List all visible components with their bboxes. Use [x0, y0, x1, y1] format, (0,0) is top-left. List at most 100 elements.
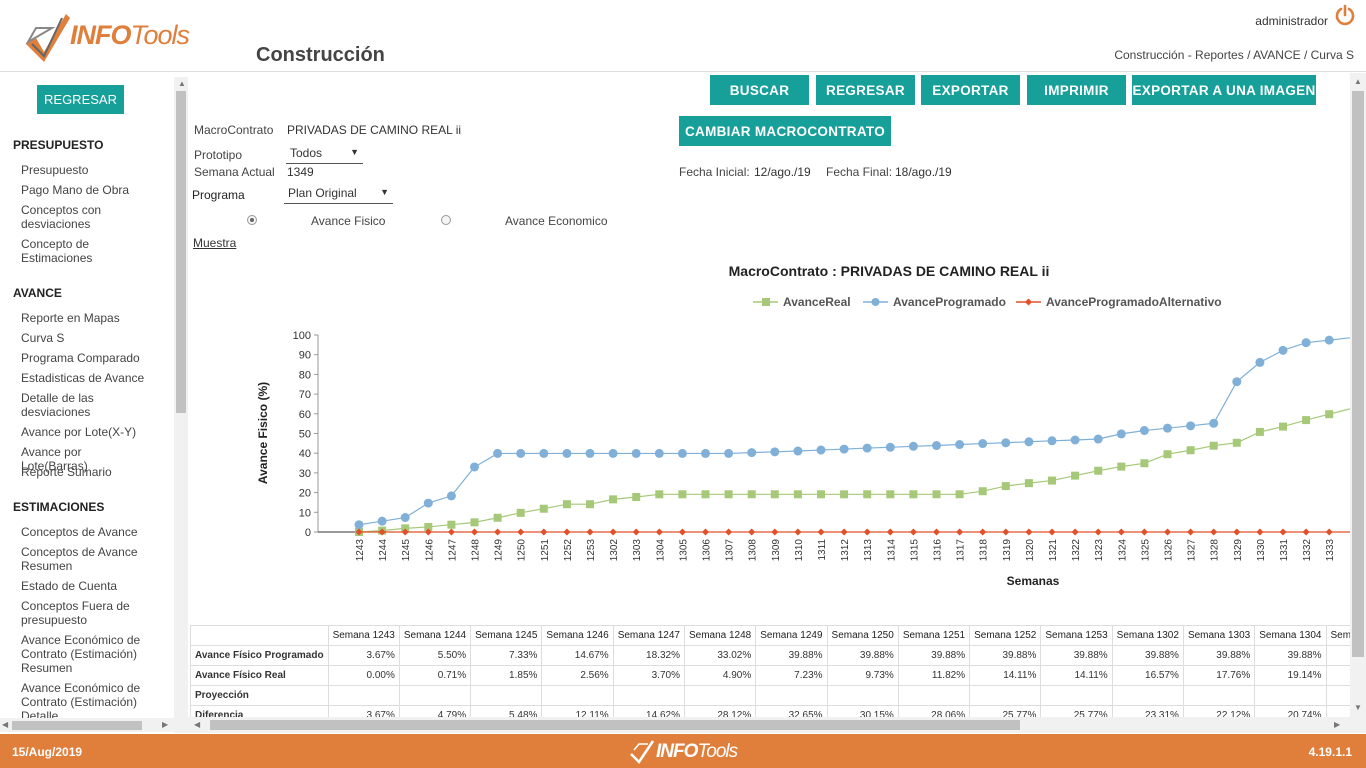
- x-tick-label: 1325: [1140, 539, 1151, 562]
- x-tick-label: 1331: [1279, 539, 1290, 562]
- table-corner-cell: [190, 625, 329, 646]
- infotools-logo[interactable]: INFOTools: [22, 8, 192, 64]
- table-cell: [1182, 685, 1256, 706]
- data-point: [933, 528, 940, 536]
- data-point: [1047, 436, 1057, 446]
- buscar-button[interactable]: BUSCAR: [710, 75, 809, 105]
- table-header-row: Semana 1243 Semana 1244 Semana 1245 Semana …: [190, 625, 1366, 646]
- y-tick-label: 20: [299, 488, 311, 500]
- x-tick-label: 1317: [956, 539, 967, 562]
- y-tick-label: 30: [299, 468, 311, 480]
- table-cell: 2.56%: [541, 665, 614, 686]
- main-scroll-down-icon[interactable]: ▼: [1354, 703, 1362, 713]
- data-point: [516, 508, 525, 517]
- data-point: [955, 440, 965, 450]
- exportar-button[interactable]: EXPORTAR: [921, 75, 1020, 105]
- sidebar-item-estado-cuenta[interactable]: Estado de Cuenta: [21, 579, 151, 593]
- x-tick-label: 1330: [1256, 539, 1267, 562]
- table-cell: 16.57%: [1111, 665, 1184, 686]
- main-scroll-up-icon[interactable]: ▲: [1354, 77, 1362, 87]
- data-point: [1024, 479, 1033, 488]
- power-icon[interactable]: [1334, 4, 1356, 26]
- data-point: [586, 528, 594, 536]
- avance-fisico-radio[interactable]: [247, 215, 257, 225]
- sidebar-item-avance-economico-detalle[interactable]: Avance Económico de Contrato (Estimación…: [21, 681, 151, 723]
- data-point: [446, 491, 456, 501]
- main-scroll-left-icon[interactable]: ◀: [194, 720, 200, 730]
- table-cell: 39.88%: [1254, 645, 1327, 666]
- y-tick-label: 60: [299, 409, 311, 421]
- main-scrollbar-thumb[interactable]: [1352, 91, 1364, 657]
- regresar-button[interactable]: REGRESAR: [816, 75, 915, 105]
- main-hscrollbar-thumb[interactable]: [210, 720, 1020, 730]
- data-point: [447, 520, 456, 529]
- x-tick-label: 1314: [886, 539, 897, 562]
- avance-economico-label[interactable]: Avance Economico: [505, 214, 608, 228]
- chevron-down-icon: ▼: [380, 187, 389, 197]
- data-point: [1278, 345, 1288, 355]
- table-cell: [683, 685, 757, 706]
- data-point: [493, 513, 502, 522]
- sidebar-item-presupuesto[interactable]: Presupuesto: [21, 163, 151, 177]
- programa-select[interactable]: Plan Original ▼: [284, 186, 393, 204]
- sidebar-scroll-left-icon[interactable]: ◀: [2, 720, 8, 730]
- footer-logo-check-icon: [630, 740, 655, 764]
- sidebar-back-button[interactable]: REGRESAR: [37, 85, 124, 114]
- chevron-down-icon: ▼: [350, 147, 359, 157]
- breadcrumb: Construcción - Reportes / AVANCE / Curva…: [1114, 48, 1354, 62]
- sidebar-item-avance-lote-xy[interactable]: Avance por Lote(X-Y): [21, 425, 151, 439]
- sidebar-item-conceptos-fuera[interactable]: Conceptos Fuera de presupuesto: [21, 599, 151, 627]
- x-tick-label: 1315: [909, 539, 920, 562]
- x-tick-label: 1305: [678, 539, 689, 562]
- prototipo-label: Prototipo: [194, 148, 243, 162]
- main-scroll-right-icon[interactable]: ▶: [1334, 720, 1340, 730]
- data-point: [562, 448, 572, 458]
- exportar-imagen-button[interactable]: EXPORTAR A UNA IMAGEN: [1132, 75, 1316, 105]
- data-point: [400, 513, 410, 523]
- sidebar-item-estadisticas-avance[interactable]: Estadisticas de Avance: [21, 371, 151, 385]
- data-point: [1139, 426, 1149, 436]
- sidebar-item-curva-s[interactable]: Curva S: [21, 331, 151, 345]
- curva-s-chart: MacroContrato : PRIVADAS DE CAMINO REAL …: [256, 263, 1350, 588]
- table-cell: [327, 685, 400, 706]
- sidebar-item-detalle-desviaciones[interactable]: Detalle de las desviaciones: [21, 391, 151, 419]
- sidebar-item-avance-economico-resumen[interactable]: Avance Económico de Contrato (Estimación…: [21, 633, 151, 675]
- table-column-header: Semana 1244: [398, 625, 472, 646]
- sidebar-item-conceptos-desviaciones[interactable]: Conceptos con desviaciones: [21, 203, 151, 231]
- table-cell: 5.50%: [398, 645, 472, 666]
- sidebar-item-programa-comparado[interactable]: Programa Comparado: [21, 351, 151, 365]
- data-point: [724, 448, 734, 458]
- cambiar-macrocontrato-button[interactable]: CAMBIAR MACROCONTRATO: [679, 116, 891, 146]
- sidebar-scroll-up-icon[interactable]: ▲: [178, 79, 186, 89]
- data-point: [539, 448, 549, 458]
- table-row: Avance Físico Programado 3.67% 5.50% 7.33% 1…: [190, 645, 1366, 666]
- muestra-link[interactable]: Muestra: [193, 236, 236, 250]
- avance-economico-radio[interactable]: [441, 215, 451, 225]
- macrocontrato-value: PRIVADAS DE CAMINO REAL ii: [287, 123, 462, 137]
- imprimir-button[interactable]: IMPRIMIR: [1027, 75, 1126, 105]
- x-tick-label: 1248: [471, 539, 482, 562]
- y-tick-label: 100: [293, 330, 311, 342]
- data-point: [585, 448, 595, 458]
- data-point: [1279, 422, 1287, 431]
- legend-label: AvanceReal: [783, 295, 851, 309]
- sidebar-scroll-right-icon[interactable]: ▶: [162, 720, 168, 730]
- sidebar-hscrollbar-thumb[interactable]: [12, 721, 142, 730]
- prototipo-select[interactable]: Todos ▼: [286, 146, 363, 164]
- fecha-inicial-value: 12/ago./19: [754, 165, 811, 179]
- sidebar-scrollbar-thumb[interactable]: [176, 91, 186, 413]
- sidebar-item-reporte-sumario[interactable]: Reporte Sumario: [21, 465, 151, 479]
- data-point: [1070, 435, 1080, 445]
- table-cell: 39.88%: [969, 645, 1042, 666]
- table-cell: 14.11%: [969, 665, 1042, 686]
- data-point: [1048, 476, 1056, 485]
- x-tick-label: 1303: [632, 539, 643, 562]
- sidebar-section-presupuesto: PRESUPUESTO: [13, 138, 104, 152]
- sidebar-item-concepto-estimaciones[interactable]: Concepto de Estimaciones: [21, 237, 151, 265]
- sidebar-item-conceptos-avance[interactable]: Conceptos de Avance: [21, 525, 151, 539]
- fecha-inicial-label: Fecha Inicial:: [679, 165, 750, 179]
- sidebar-item-pago-mano-obra[interactable]: Pago Mano de Obra: [21, 183, 151, 197]
- avance-fisico-label[interactable]: Avance Fisico: [311, 214, 385, 228]
- sidebar-item-conceptos-avance-resumen[interactable]: Conceptos de Avance Resumen: [21, 545, 151, 573]
- sidebar-item-reporte-mapas[interactable]: Reporte en Mapas: [21, 311, 151, 325]
